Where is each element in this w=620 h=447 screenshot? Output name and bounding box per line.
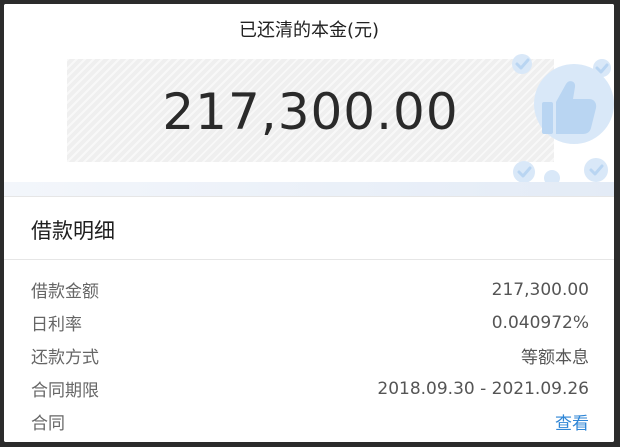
detail-value: 0.040972% — [491, 312, 589, 333]
summary-header: 已还清的本金(元) 217,300.00 — [4, 4, 614, 196]
detail-label: 借款金额 — [31, 282, 99, 302]
detail-row-contract-term: 合同期限 2018.09.30 - 2021.09.26 — [31, 372, 589, 405]
view-contract-link[interactable]: 查看 — [555, 409, 589, 434]
amount-panel: 217,300.00 — [67, 59, 554, 162]
header-band — [4, 182, 614, 196]
loan-details-title: 借款明细 — [31, 219, 115, 243]
loan-summary-screen: 已还清的本金(元) 217,300.00 借款明细 借款金额 217,300.0… — [4, 4, 614, 442]
thumbs-up-decoration-icon — [512, 54, 614, 186]
detail-label: 日利率 — [31, 315, 82, 335]
detail-label: 合同 — [31, 414, 65, 434]
detail-row-daily-rate: 日利率 0.040972% — [31, 306, 589, 339]
detail-value: 等额本息 — [521, 348, 589, 368]
detail-row-contract: 合同 查看 — [31, 405, 589, 438]
section-divider — [4, 259, 614, 260]
detail-label: 还款方式 — [31, 348, 99, 368]
detail-row-repayment-method: 还款方式 等额本息 — [31, 339, 589, 372]
repaid-principal-label: 已还清的本金(元) — [238, 20, 380, 41]
loan-details-section: 借款明细 借款金额 217,300.00 日利率 0.040972% 还款方式 … — [4, 196, 614, 442]
detail-value: 217,300.00 — [491, 279, 589, 300]
detail-label: 合同期限 — [31, 381, 99, 401]
repaid-principal-amount: 217,300.00 — [162, 83, 459, 141]
detail-row-loan-amount: 借款金额 217,300.00 — [31, 273, 589, 306]
detail-value: 2018.09.30 - 2021.09.26 — [377, 378, 589, 399]
